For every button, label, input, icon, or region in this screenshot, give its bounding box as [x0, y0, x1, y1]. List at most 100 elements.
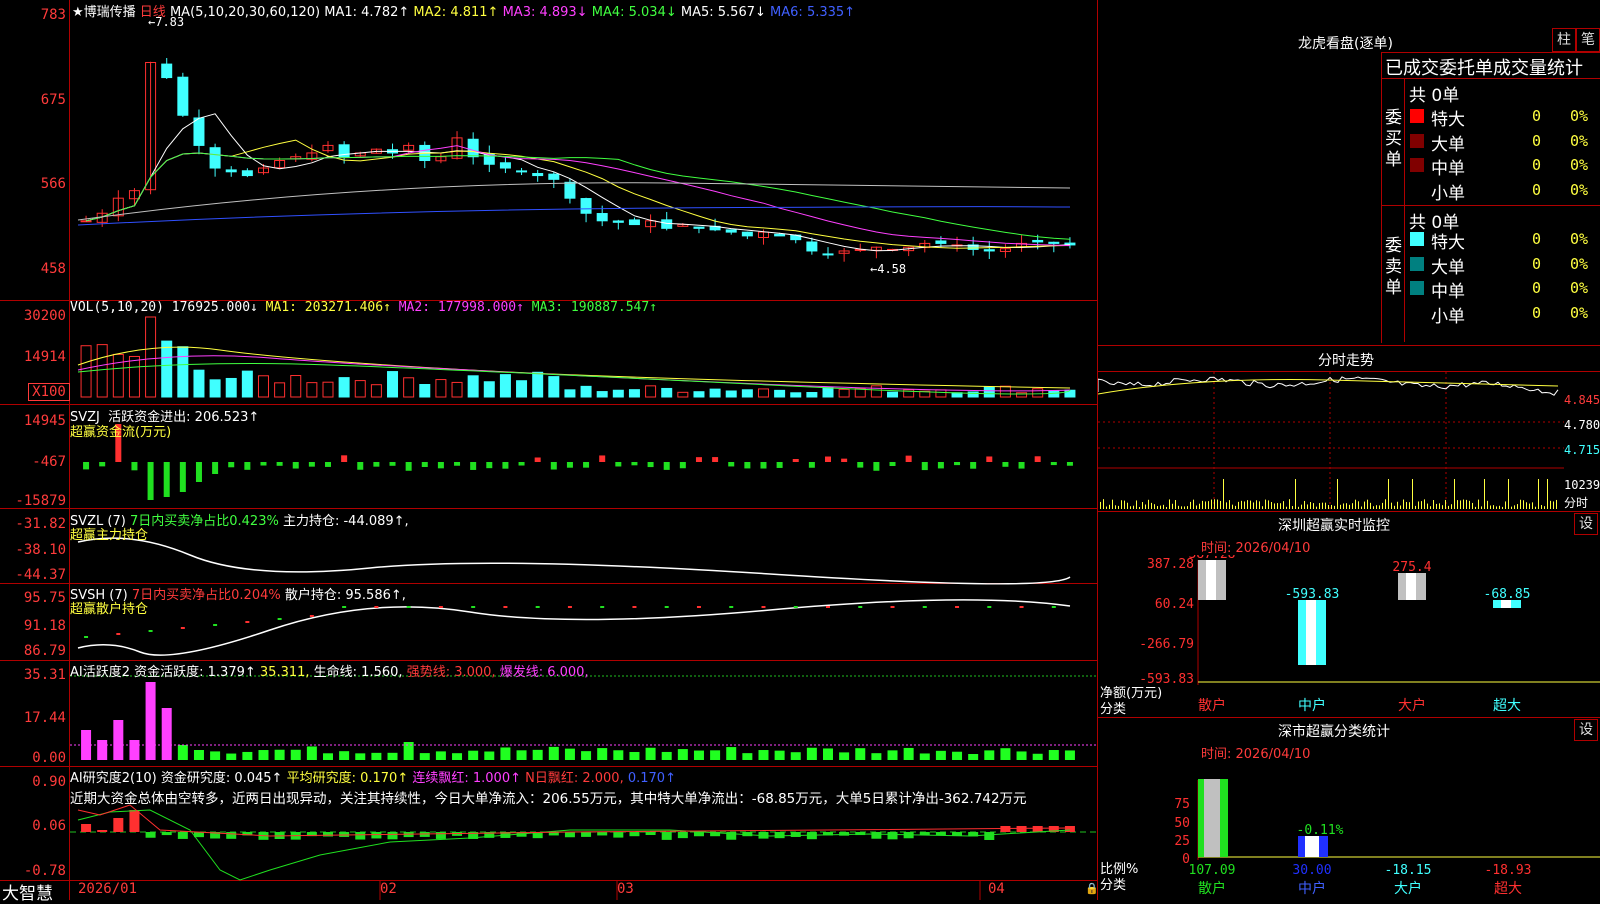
volume-bar [999, 385, 1011, 398]
intraday-volume-bar [1205, 501, 1206, 509]
tick-mode-button[interactable]: 笔 [1576, 28, 1600, 52]
research-bar [629, 832, 640, 837]
order-size-label: 大单 [1431, 134, 1465, 155]
volume-bar [451, 381, 463, 398]
volume-bar [338, 377, 350, 398]
volume-bar [709, 388, 721, 398]
vol-ma1: MA1: 203271.406↑ [265, 300, 391, 315]
intraday-volume-bar [1409, 502, 1410, 509]
fund-flow-bar [534, 457, 541, 462]
intraday-volume-bar [1229, 500, 1230, 509]
stats-bar-value: -18.15 [1385, 863, 1432, 878]
intraday-volume-bar [1550, 500, 1551, 509]
intraday-volume-bar [1487, 500, 1488, 509]
vol-ma3: MA3: 190887.547↑ [531, 300, 658, 315]
intraday-volume-bar [1475, 506, 1476, 509]
volume-bar [596, 391, 608, 398]
volume-bar [822, 386, 834, 398]
volume-bar [435, 379, 447, 398]
activity-bar [677, 749, 688, 760]
intraday-volume-bar [1394, 505, 1395, 509]
intraday-volume-bar [1283, 501, 1284, 509]
intraday-volume-bar [1307, 504, 1308, 509]
svsh-text1: 7日内买卖净占比0.204% [131, 588, 281, 603]
retail-dot [406, 606, 411, 608]
order-percent: 0% [1570, 107, 1589, 125]
activity-bar [1032, 753, 1043, 760]
research-bar [1064, 826, 1075, 832]
intraday-volume-bar [1148, 499, 1149, 509]
activity-bar [226, 753, 237, 760]
retail-dot [535, 606, 540, 608]
intraday-volume-bar [1373, 506, 1374, 509]
candle-body [225, 169, 237, 173]
research-bar [177, 832, 188, 839]
intraday-volume-bar [1181, 506, 1182, 509]
candle-body [822, 253, 834, 256]
stats-settings-button[interactable]: 设 [1574, 719, 1598, 741]
volume-stats-title: 已成交委托单成交量统计 [1385, 58, 1583, 79]
intraday-volume-bar [1499, 505, 1500, 509]
activity-bar [516, 750, 527, 760]
activity-bar [435, 751, 446, 760]
research-bar [839, 832, 850, 836]
intraday-volume-bar [1319, 503, 1320, 509]
research-bar [355, 832, 366, 840]
fund-flow-bar [954, 462, 961, 466]
intraday-volume-bar [1178, 505, 1179, 509]
intraday-volume-bar [1331, 504, 1332, 509]
candle-body [612, 220, 624, 223]
retail-dot [793, 606, 798, 608]
intraday-volume-bar [1382, 502, 1383, 509]
intraday-volume-bar [1520, 499, 1521, 509]
activity-bar [984, 750, 995, 760]
fund-flow-bar [1034, 456, 1041, 462]
intraday-volume-bar [1538, 479, 1539, 509]
retail-dot [696, 606, 701, 608]
intraday-volume-bar [1250, 500, 1251, 509]
intraday-volume-bar [1523, 500, 1524, 509]
fund-flow-bar [1050, 462, 1057, 466]
fund-flow-bar [373, 462, 380, 467]
volume-bar [806, 392, 818, 398]
order-count: 0 [1532, 131, 1542, 150]
volume-bar [274, 382, 286, 398]
activity-bar [339, 751, 350, 760]
retail-dot [955, 606, 960, 608]
intraday-volume-bar [1385, 499, 1386, 509]
volume-bar [774, 389, 786, 398]
candle-body [193, 117, 205, 146]
order-count: 0 [1532, 279, 1542, 297]
volume-bar [145, 316, 157, 398]
monitor-settings-button[interactable]: 设 [1574, 513, 1598, 535]
color-swatch [1410, 256, 1424, 271]
activity-bar [161, 708, 172, 760]
fund-flow-bar [776, 462, 783, 468]
research-bar [677, 832, 688, 839]
activity-bar [629, 751, 640, 760]
activity-bar [355, 753, 366, 760]
intraday-volume-bar [1151, 502, 1152, 509]
intraday-chart[interactable] [1098, 372, 1564, 510]
main-chart-area[interactable]: 783 675 566 458 ★博瑞传播 日线 MA(5,10,20,30,6… [0, 0, 1099, 904]
volume-bar [209, 379, 221, 398]
retail-dot [116, 633, 121, 635]
research-bar [1016, 826, 1027, 832]
activity-bar [613, 750, 624, 760]
intraday-volume-bar [1220, 500, 1221, 509]
order-size-label: 大单 [1431, 257, 1465, 278]
activity-bar [403, 742, 414, 760]
ma-line [85, 113, 1070, 252]
activity-bar [1048, 750, 1059, 760]
volume-bar [741, 389, 753, 398]
lock-icon[interactable]: 🔒 [1085, 882, 1099, 895]
fund-flow-bar [341, 455, 348, 462]
intraday-volume-bar [1358, 501, 1359, 509]
intraday-volume-bar [1286, 506, 1287, 509]
fund-flow-bar [647, 462, 654, 468]
bar-mode-button[interactable]: 柱 [1552, 28, 1576, 52]
fund-flow-bar [99, 462, 106, 467]
monitor-unit2: 分类 [1100, 702, 1127, 717]
fund-flow-bar [760, 462, 767, 469]
volume-bar [306, 382, 318, 398]
